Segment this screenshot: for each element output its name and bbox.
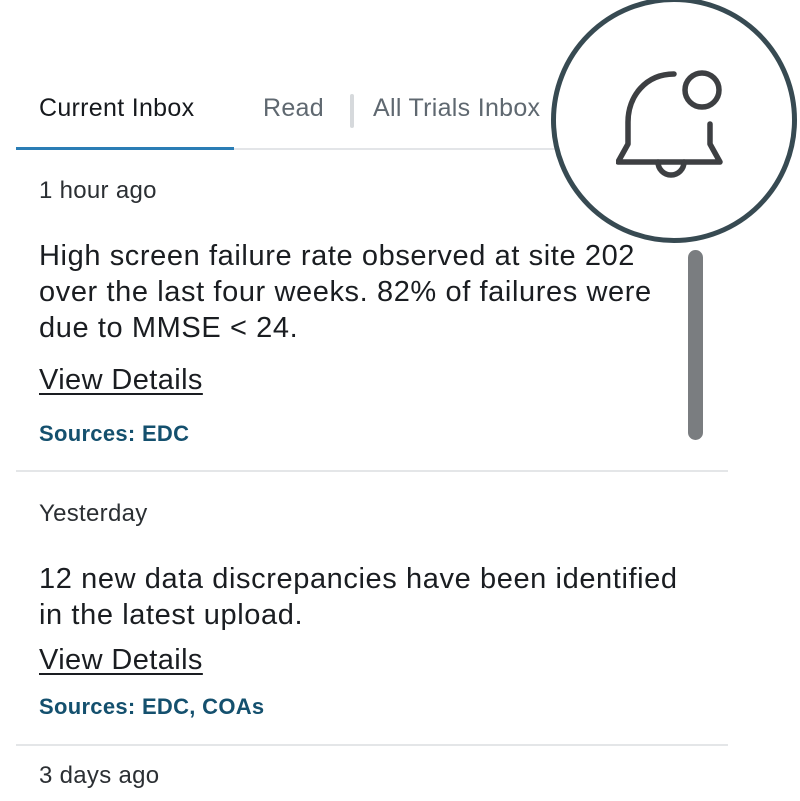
notification-sources: Sources: EDC, COAs xyxy=(39,694,265,719)
magnified-bell-callout xyxy=(551,0,797,243)
notification-message: 12 new data discrepancies have been iden… xyxy=(39,563,678,631)
notification-sources: Sources: EDC xyxy=(39,421,190,446)
notification-divider xyxy=(16,470,728,472)
view-details-link[interactable]: View Details xyxy=(39,364,203,397)
scrollbar-thumb[interactable] xyxy=(688,250,703,440)
notification-item: Yesterday 12 new data discrepancies have… xyxy=(16,473,728,745)
notification-timestamp: 1 hour ago xyxy=(39,177,157,204)
view-details-link[interactable]: View Details xyxy=(39,644,203,677)
notification-message: High screen failure rate observed at sit… xyxy=(39,240,652,344)
tab-read[interactable]: Read xyxy=(263,94,324,123)
notification-timestamp: 3 days ago xyxy=(39,762,160,789)
notification-item: 3 days ago xyxy=(16,748,728,801)
bell-with-badge-icon[interactable] xyxy=(616,62,726,182)
tab-separator xyxy=(350,94,354,128)
notification-divider xyxy=(16,744,728,746)
tab-current-inbox[interactable]: Current Inbox xyxy=(39,94,194,123)
tab-all-trials-inbox[interactable]: All Trials Inbox xyxy=(373,94,540,123)
notification-timestamp: Yesterday xyxy=(39,500,148,527)
